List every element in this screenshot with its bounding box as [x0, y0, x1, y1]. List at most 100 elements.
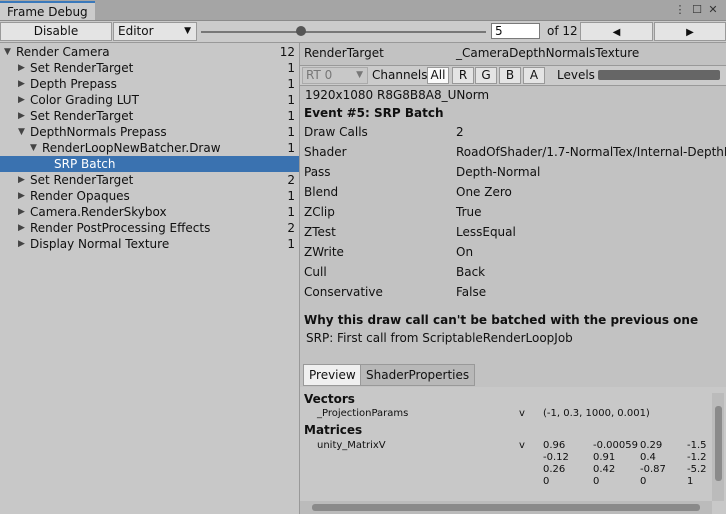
- tree-row[interactable]: ▶ Render Opaques 1: [0, 188, 299, 204]
- tab-shader-properties[interactable]: ShaderProperties: [360, 364, 476, 386]
- channel-button-b[interactable]: B: [499, 67, 521, 84]
- tree-row[interactable]: SRP Batch: [0, 156, 299, 172]
- channel-button-all[interactable]: All: [427, 67, 449, 84]
- foldout-collapsed-icon[interactable]: ▶: [18, 188, 25, 204]
- foldout-collapsed-icon[interactable]: ▶: [18, 204, 25, 220]
- matrix-cell: 0.91: [593, 452, 616, 463]
- matrix-stage: v: [519, 440, 525, 451]
- channels-label: Channels: [372, 68, 428, 82]
- channel-button-r[interactable]: R: [452, 67, 474, 84]
- foldout-expanded-icon[interactable]: ▼: [30, 140, 37, 156]
- horizontal-scrollbar-thumb[interactable]: [312, 504, 700, 511]
- tree-row-count: 2: [287, 221, 295, 235]
- tree-row-count: 1: [287, 237, 295, 251]
- foldout-collapsed-icon[interactable]: ▶: [18, 76, 25, 92]
- tree-row-label: Render Opaques: [30, 189, 130, 203]
- property-value: False: [456, 285, 487, 299]
- tree-row-label: DepthNormals Prepass: [30, 125, 167, 139]
- foldout-collapsed-icon[interactable]: ▶: [18, 92, 25, 108]
- property-label: ZClip: [304, 205, 335, 219]
- render-target-toolbar: RT 0 ▼ Channels All R G B A Levels: [300, 65, 726, 86]
- tree-row[interactable]: ▶ Render PostProcessing Effects 2: [0, 220, 299, 236]
- disable-button[interactable]: Disable: [0, 22, 112, 41]
- property-label: ZTest: [304, 225, 336, 239]
- tab-preview[interactable]: Preview: [303, 364, 362, 386]
- tree-row-count: 1: [287, 125, 295, 139]
- menu-icon[interactable]: ⋮: [673, 3, 687, 17]
- tree-row-label: Display Normal Texture: [30, 237, 170, 251]
- property-value: On: [456, 245, 474, 259]
- tree-row[interactable]: ▶ Camera.RenderSkybox 1: [0, 204, 299, 220]
- tree-row[interactable]: ▼ Render Camera 12: [0, 44, 299, 60]
- tree-row-label: SRP Batch: [54, 157, 116, 171]
- event-title: Event #5: SRP Batch: [304, 106, 444, 120]
- foldout-collapsed-icon[interactable]: ▶: [18, 108, 25, 124]
- tree-row[interactable]: ▶ Display Normal Texture 1: [0, 236, 299, 252]
- matrix-cell: 0.96: [543, 440, 566, 451]
- tree-row[interactable]: ▶ Color Grading LUT 1: [0, 92, 299, 108]
- foldout-expanded-icon[interactable]: ▼: [4, 44, 11, 60]
- foldout-collapsed-icon[interactable]: ▶: [18, 60, 25, 76]
- rendertarget-label: RenderTarget: [304, 46, 384, 60]
- property-value: LessEqual: [456, 225, 516, 239]
- vector-stage: v: [519, 408, 525, 419]
- tree-row-label: Render Camera: [16, 45, 110, 59]
- event-tree: ▼ Render Camera 12 ▶ Set RenderTarget 1 ▶ Depth…: [0, 43, 300, 514]
- property-label: Draw Calls: [304, 125, 368, 139]
- matrix-cell: 0: [593, 476, 600, 487]
- matrix-cell: 0.29: [640, 440, 663, 451]
- tree-row[interactable]: ▶ Set RenderTarget 2: [0, 172, 299, 188]
- rt-dropdown-label: RT 0: [306, 68, 333, 82]
- tree-row-count: 1: [287, 93, 295, 107]
- foldout-expanded-icon[interactable]: ▼: [18, 124, 25, 140]
- matrix-cell: 0.4: [640, 452, 656, 463]
- tree-row-label: Set RenderTarget: [30, 173, 134, 187]
- tree-row-label: RenderLoopNewBatcher.Draw: [42, 141, 221, 155]
- maximize-icon[interactable]: ☐: [690, 3, 704, 17]
- matrix-cell: 1: [687, 476, 694, 487]
- triangle-right-icon: ▶: [686, 27, 694, 38]
- levels-slider[interactable]: [598, 70, 720, 80]
- frame-number-input[interactable]: 5: [491, 23, 540, 39]
- tree-row[interactable]: ▶ Set RenderTarget 1: [0, 108, 299, 124]
- tree-row-count: 1: [287, 141, 295, 155]
- rt-dropdown[interactable]: RT 0 ▼: [302, 67, 368, 84]
- tree-row-count: 12: [279, 45, 295, 59]
- tree-row[interactable]: ▶ Depth Prepass 1: [0, 76, 299, 92]
- foldout-collapsed-icon[interactable]: ▶: [18, 172, 25, 188]
- foldout-collapsed-icon[interactable]: ▶: [18, 236, 25, 252]
- next-frame-button[interactable]: ▶: [654, 22, 726, 41]
- previous-frame-button[interactable]: ◀: [580, 22, 653, 41]
- tree-row[interactable]: ▶ Set RenderTarget 1: [0, 60, 299, 76]
- property-label: Blend: [304, 185, 339, 199]
- foldout-collapsed-icon[interactable]: ▶: [18, 220, 25, 236]
- vector-value: (-1, 0.3, 1000, 0.001): [543, 408, 650, 419]
- tree-row-label: Render PostProcessing Effects: [30, 221, 211, 235]
- matrices-heading: Matrices: [304, 423, 363, 437]
- channel-button-a[interactable]: A: [523, 67, 545, 84]
- matrix-cell: -0.12: [543, 452, 569, 463]
- tree-row-label: Camera.RenderSkybox: [30, 205, 167, 219]
- matrix-cell: -1.5: [687, 440, 707, 451]
- frame-slider-thumb[interactable]: [295, 26, 306, 36]
- frame-slider-track[interactable]: [201, 31, 486, 33]
- tree-row[interactable]: ▼ RenderLoopNewBatcher.Draw 1: [0, 140, 299, 156]
- batch-break-heading: Why this draw call can't be batched with…: [304, 313, 699, 327]
- matrix-cell: -0.87: [640, 464, 666, 475]
- close-icon[interactable]: ✕: [706, 3, 720, 17]
- property-label: Shader: [304, 145, 347, 159]
- tree-row-label: Color Grading LUT: [30, 93, 139, 107]
- tree-row[interactable]: ▼ DepthNormals Prepass 1: [0, 124, 299, 140]
- editor-dropdown[interactable]: Editor ▼: [113, 22, 197, 41]
- channel-button-g[interactable]: G: [475, 67, 497, 84]
- matrix-cell: 0.26: [543, 464, 566, 475]
- chevron-down-icon: ▼: [184, 26, 191, 36]
- tab-frame-debug[interactable]: Frame Debug: [0, 1, 95, 20]
- vertical-scrollbar-thumb[interactable]: [715, 406, 722, 481]
- resolution-text: 1920x1080 R8G8B8A8_UNorm: [305, 88, 490, 102]
- vectors-heading: Vectors: [304, 392, 355, 406]
- property-label: ZWrite: [304, 245, 344, 259]
- tree-row-count: 1: [287, 109, 295, 123]
- tree-row-count: 1: [287, 61, 295, 75]
- property-value: RoadOfShader/1.7-NormalTex/Internal-Dept…: [456, 145, 726, 159]
